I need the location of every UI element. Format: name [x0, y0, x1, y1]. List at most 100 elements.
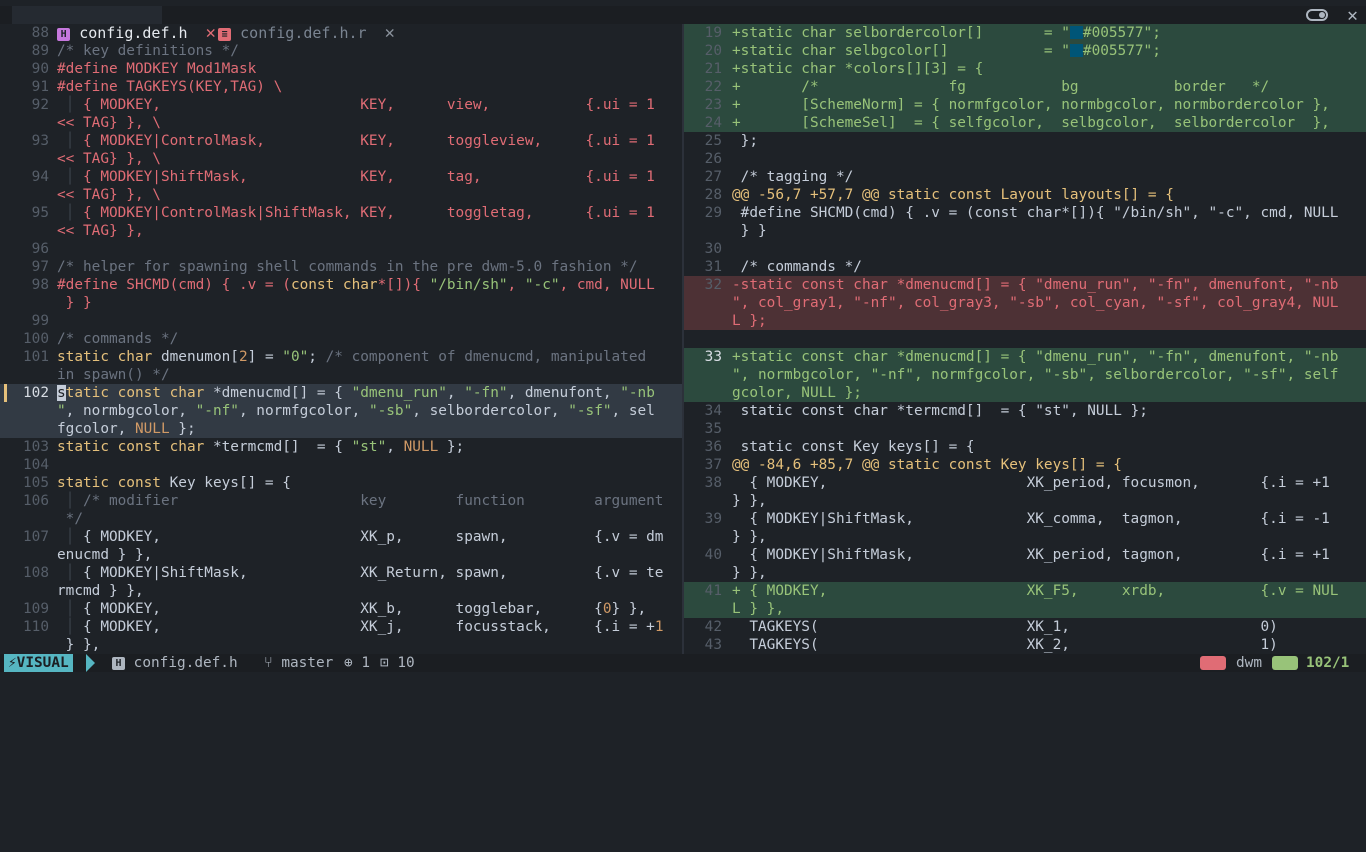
- code-line[interactable]: 23 + [SchemeNorm] = { normfgcolor, normbg…: [684, 96, 1366, 114]
- code-text: } },: [57, 637, 101, 653]
- code-line[interactable]: 100 /* commands */: [0, 330, 682, 348]
- code-line[interactable]: << TAG} },: [0, 222, 682, 240]
- code-line[interactable]: 36 static const Key keys[] = {: [684, 438, 1366, 456]
- code-line[interactable]: */: [0, 510, 682, 528]
- code-line[interactable]: 27 /* tagging */: [684, 168, 1366, 186]
- code-line[interactable]: L };: [684, 312, 1366, 330]
- code-line[interactable]: 91 #define TAGKEYS(KEY,TAG) \: [0, 78, 682, 96]
- line-number: 93: [31, 133, 49, 149]
- code-line[interactable]: 31 /* commands */: [684, 258, 1366, 276]
- code-line[interactable]: } },: [684, 528, 1366, 546]
- code-line[interactable]: L } },: [684, 600, 1366, 618]
- code-line[interactable]: 30: [684, 240, 1366, 258]
- code-line[interactable]: 22 + /* fg bg border */: [684, 78, 1366, 96]
- command-line[interactable]: [0, 672, 1366, 676]
- code-line[interactable]: 29 #define SHCMD(cmd) { .v = (const char…: [684, 204, 1366, 222]
- code-line[interactable]: 96: [0, 240, 682, 258]
- code-line[interactable]: } }: [0, 294, 682, 312]
- tab-config-def-h[interactable]: H config.def.h ✕: [12, 6, 216, 42]
- code-line[interactable]: 106 │ /* modifier key function argument: [0, 492, 682, 510]
- code-line[interactable]: << TAG} }, \: [0, 114, 682, 132]
- code-line[interactable]: 24 + [SchemeSel] = { selfgcolor, selbgcol…: [684, 114, 1366, 132]
- code-line[interactable]: } },: [0, 636, 682, 654]
- code-line[interactable]: 95 │ { MODKEY|ControlMask|ShiftMask, KEY…: [0, 204, 682, 222]
- cursor-position: 102/1: [1306, 655, 1350, 671]
- code-line[interactable]: 89 /* key definitions */: [0, 42, 682, 60]
- code-line[interactable]: 88: [0, 24, 682, 42]
- code-text: { MODKEY|ShiftMask, XK_period, tagmon, {…: [732, 547, 1330, 563]
- code-line[interactable]: ", normbgcolor, "-nf", normfgcolor, "-sb…: [684, 366, 1366, 384]
- code-line[interactable]: 43 TAGKEYS( XK_2, 1): [684, 636, 1366, 654]
- code-line[interactable]: rmcmd } },: [0, 582, 682, 600]
- code-line[interactable]: fgcolor, NULL };: [0, 420, 682, 438]
- color-swatch: [1069, 26, 1083, 39]
- code-line[interactable]: 102 static const char *dmenucmd[] = { "dm…: [0, 384, 682, 402]
- code-line[interactable]: [684, 330, 1366, 348]
- statusline-file[interactable]: H config.def.h: [112, 654, 238, 672]
- code-text: +static char selbgcolor[] = " #005577";: [732, 43, 1161, 59]
- code-line[interactable]: 90 #define MODKEY Mod1Mask: [0, 60, 682, 78]
- code-line[interactable]: ", col_gray1, "-nf", col_gray3, "-sb", c…: [684, 294, 1366, 312]
- code-line[interactable]: 94 │ { MODKEY|ShiftMask, KEY, tag, {.ui …: [0, 168, 682, 186]
- plus-circle-icon: ⊕: [344, 655, 353, 671]
- code-line[interactable]: 41 + { MODKEY, XK_F5, xrdb, {.v = NUL: [684, 582, 1366, 600]
- tab-config-def-h-r[interactable]: ≡ config.def.h.r ✕: [182, 6, 395, 42]
- right-diff-pane[interactable]: 19 +static char selbordercolor[] = " #0055…: [684, 24, 1366, 654]
- line-number: 27: [704, 169, 722, 185]
- code-line[interactable]: 103 static const char *termcmd[] = { "st"…: [0, 438, 682, 456]
- code-line[interactable]: 101 static char dmenumon[2] = "0"; /* com…: [0, 348, 682, 366]
- code-line[interactable]: 28 @@ -56,7 +57,7 @@ static const Layout …: [684, 186, 1366, 204]
- code-line[interactable]: 98 #define SHCMD(cmd) { .v = (const char*…: [0, 276, 682, 294]
- code-line[interactable]: 93 │ { MODKEY|ControlMask, KEY, togglevi…: [0, 132, 682, 150]
- code-line[interactable]: 42 TAGKEYS( XK_1, 0): [684, 618, 1366, 636]
- code-line[interactable]: ", normbgcolor, "-nf", normfgcolor, "-sb…: [0, 402, 682, 420]
- code-line[interactable]: } },: [684, 492, 1366, 510]
- line-number: 89: [31, 43, 49, 59]
- code-text: L } },: [732, 601, 784, 617]
- vim-icon: ⚡: [8, 655, 17, 671]
- code-line[interactable]: 38 { MODKEY, XK_period, focusmon, {.i = …: [684, 474, 1366, 492]
- code-line[interactable]: 26: [684, 150, 1366, 168]
- code-line[interactable]: << TAG} }, \: [0, 186, 682, 204]
- code-line[interactable]: 39 { MODKEY|ShiftMask, XK_comma, tagmon,…: [684, 510, 1366, 528]
- code-text: } },: [732, 493, 767, 509]
- code-text: { MODKEY|ShiftMask, XK_comma, tagmon, {.…: [732, 511, 1330, 527]
- code-text: @@ -84,6 +85,7 @@ static const Key keys[…: [732, 457, 1122, 473]
- git-branch[interactable]: ⑂ master: [264, 654, 333, 672]
- code-line[interactable]: 107 │ { MODKEY, XK_p, spawn, {.v = dm: [0, 528, 682, 546]
- line-number: 34: [704, 403, 722, 419]
- code-line[interactable]: in spawn() */: [0, 366, 682, 384]
- code-line[interactable]: 37 @@ -84,6 +85,7 @@ static const Key key…: [684, 456, 1366, 474]
- code-text: << TAG} }, \: [57, 151, 161, 167]
- code-line[interactable]: enucmd } },: [0, 546, 682, 564]
- code-line[interactable]: 99: [0, 312, 682, 330]
- left-editor-pane[interactable]: 88 89 /* key definitions */ 90 #define MODKE…: [0, 24, 682, 654]
- code-line[interactable]: 40 { MODKEY|ShiftMask, XK_period, tagmon…: [684, 546, 1366, 564]
- code-line[interactable]: } }: [684, 222, 1366, 240]
- code-text: │ { MODKEY|ShiftMask, KEY, tag, {.ui = 1: [57, 169, 655, 185]
- code-line[interactable]: 110 │ { MODKEY, XK_j, focusstack, {.i = …: [0, 618, 682, 636]
- code-line[interactable]: 34 static const char *termcmd[] = { "st"…: [684, 402, 1366, 420]
- line-number: 100: [23, 331, 49, 347]
- code-text: << TAG} }, \: [57, 187, 161, 203]
- code-line[interactable]: 20 +static char selbgcolor[] = " #005577";: [684, 42, 1366, 60]
- code-line[interactable]: 32 -static const char *dmenucmd[] = { "dm…: [684, 276, 1366, 294]
- code-line[interactable]: 108 │ { MODKEY|ShiftMask, XK_Return, spa…: [0, 564, 682, 582]
- toggle-icon[interactable]: [1306, 9, 1328, 21]
- code-line[interactable]: 105 static const Key keys[] = {: [0, 474, 682, 492]
- code-line[interactable]: } },: [684, 564, 1366, 582]
- code-line[interactable]: 33 +static const char *dmenucmd[] = { "dm…: [684, 348, 1366, 366]
- code-line[interactable]: 35: [684, 420, 1366, 438]
- code-line[interactable]: 97 /* helper for spawning shell commands …: [0, 258, 682, 276]
- code-line[interactable]: 104: [0, 456, 682, 474]
- code-line[interactable]: 92 │ { MODKEY, KEY, view, {.ui = 1: [0, 96, 682, 114]
- code-line[interactable]: 19 +static char selbordercolor[] = " #0055…: [684, 24, 1366, 42]
- code-line[interactable]: 25 };: [684, 132, 1366, 150]
- code-line[interactable]: gcolor, NULL };: [684, 384, 1366, 402]
- line-number: 36: [704, 439, 722, 455]
- code-line[interactable]: << TAG} }, \: [0, 150, 682, 168]
- code-line[interactable]: 21 +static char *colors[][3] = {: [684, 60, 1366, 78]
- close-icon[interactable]: ✕: [1347, 5, 1358, 26]
- code-text: ", col_gray1, "-nf", col_gray3, "-sb", c…: [732, 295, 1339, 311]
- code-line[interactable]: 109 │ { MODKEY, XK_b, togglebar, {0} },: [0, 600, 682, 618]
